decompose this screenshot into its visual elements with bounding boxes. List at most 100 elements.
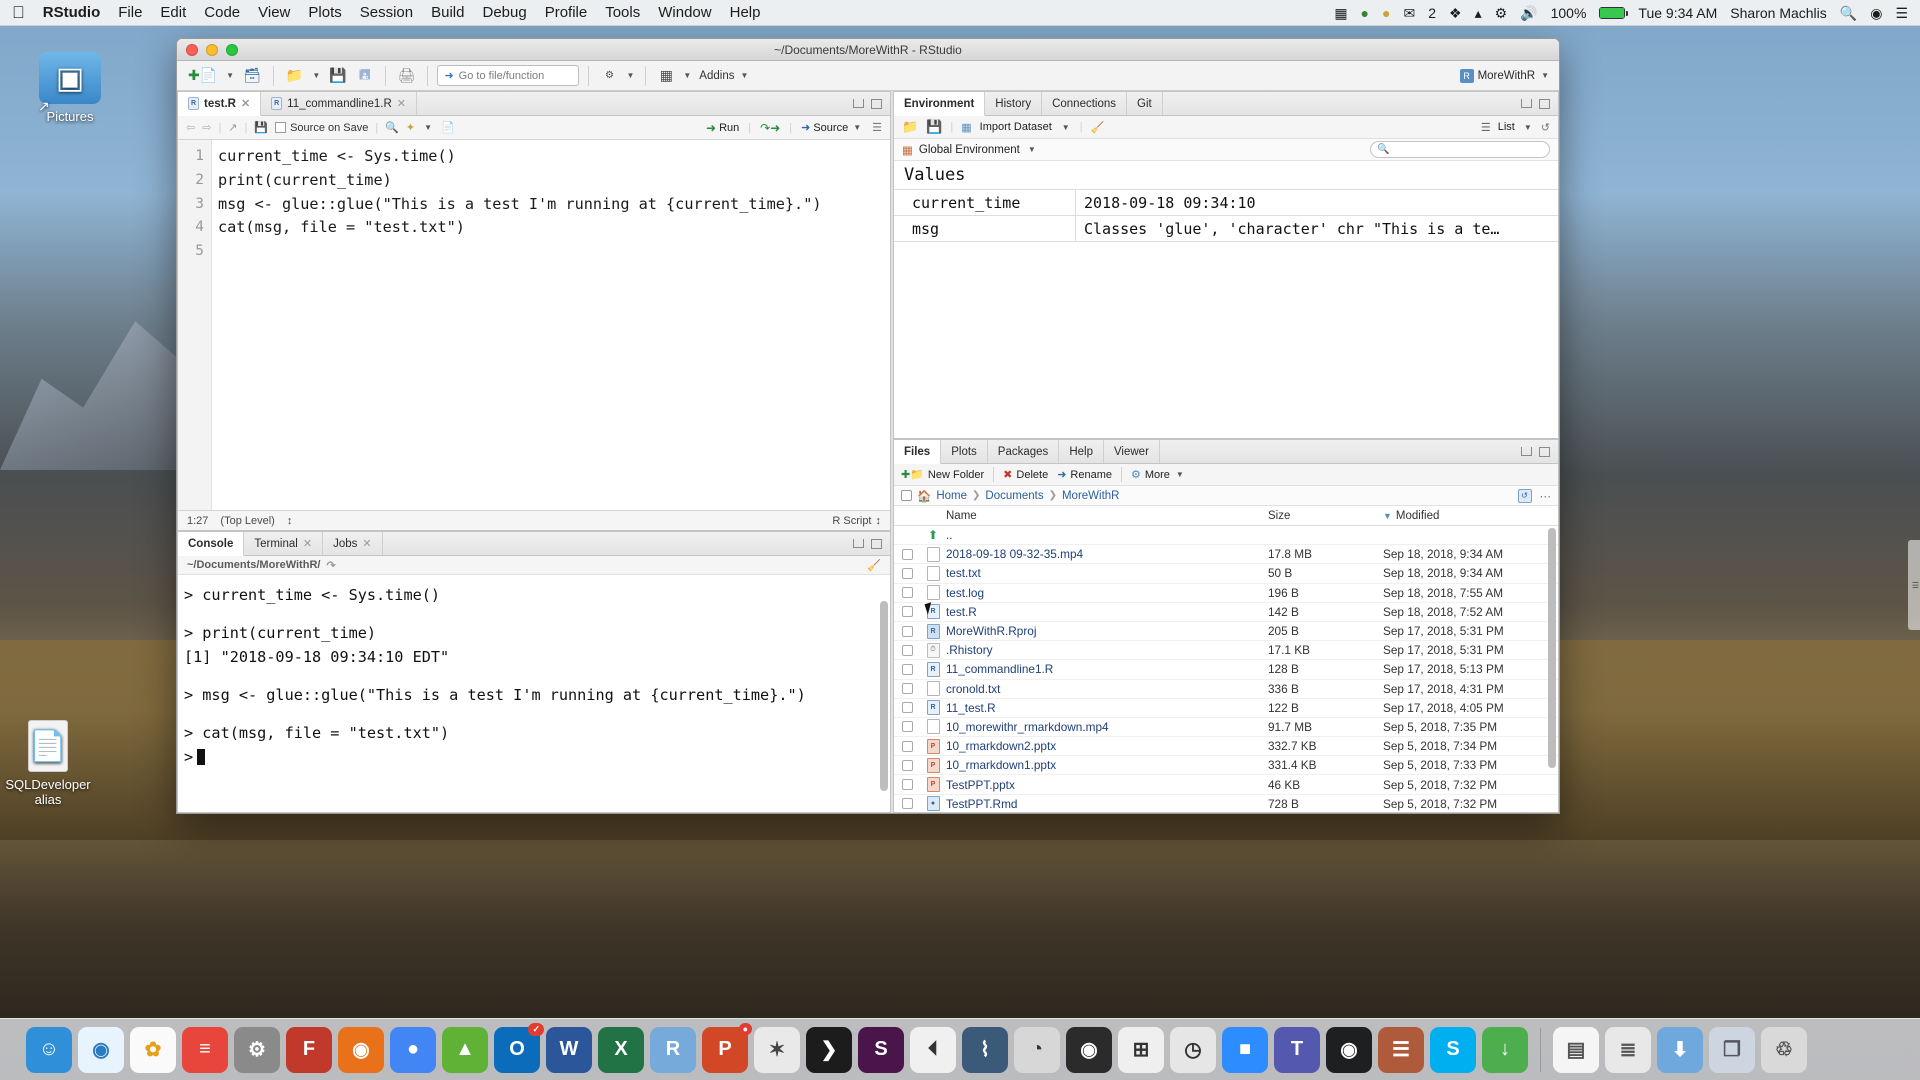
list-item[interactable]: 10_morewithr_rmarkdown.mp4 91.7 MB Sep 5… xyxy=(894,718,1558,738)
more-button[interactable]: ⚙ More ▼ xyxy=(1131,468,1186,482)
clock-label[interactable]: Tue 9:34 AM xyxy=(1638,6,1717,20)
menu-item-debug[interactable]: Debug xyxy=(482,4,526,21)
menu-app-name[interactable]: RStudio xyxy=(43,4,101,21)
list-item[interactable]: R 11_commandline1.R 128 B Sep 17, 2018, … xyxy=(894,660,1558,680)
dock-item-terminal[interactable]: ❯ xyxy=(806,1026,852,1073)
source-on-save-checkbox[interactable] xyxy=(275,122,287,133)
dock-item-skype[interactable]: S xyxy=(1430,1026,1476,1073)
files-scrollbar[interactable] xyxy=(1548,528,1556,768)
table-row[interactable]: current_time 2018-09-18 09:34:10 xyxy=(894,190,1558,216)
back-arrow-icon[interactable]: ⇦ xyxy=(186,121,195,134)
list-item[interactable]: cronold.txt 336 B Sep 17, 2018, 4:31 PM xyxy=(894,680,1558,699)
dock-item-chrome[interactable]: ● xyxy=(390,1026,436,1073)
dock-item-calculator[interactable]: ⊞ xyxy=(1118,1026,1164,1073)
open-directory-icon[interactable]: ↷ xyxy=(326,559,335,572)
dock-item-document-stack[interactable]: ▤ xyxy=(1553,1026,1599,1073)
print-icon[interactable]: 🖨 xyxy=(395,65,419,87)
more-chevron-down-icon[interactable]: ▼ xyxy=(1174,470,1186,479)
file-name[interactable]: 10_rmarkdown2.pptx xyxy=(946,739,1268,753)
popout-icon[interactable]: ↗ xyxy=(228,121,237,134)
source-button[interactable]: ➜ Source ▼ xyxy=(801,121,863,135)
file-name[interactable]: TestPPT.Rmd xyxy=(946,797,1268,811)
up-folder-icon[interactable]: ⬆ xyxy=(920,528,946,542)
row-checkbox[interactable] xyxy=(901,798,913,810)
tab-environment[interactable]: Environment xyxy=(894,92,986,116)
tab-history[interactable]: History xyxy=(985,92,1043,115)
apple-menu-icon[interactable]:  xyxy=(12,4,25,21)
dock-item-timer[interactable]: ◷ xyxy=(1170,1026,1216,1073)
mail-icon[interactable]: ✉ xyxy=(1403,6,1415,20)
file-name[interactable]: MoreWithR.Rproj xyxy=(946,624,1268,638)
minimize-button[interactable] xyxy=(206,43,218,56)
wifi-icon[interactable]: ▴ xyxy=(1475,6,1482,20)
save-icon[interactable]: 💾 xyxy=(326,65,349,87)
maximize-pane-icon[interactable] xyxy=(1539,446,1550,457)
open-file-chevron-down-icon[interactable]: ▼ xyxy=(310,71,322,80)
row-checkbox[interactable] xyxy=(901,740,913,752)
file-name[interactable]: .Rhistory xyxy=(946,643,1268,657)
scope-chevron-down-icon[interactable]: ▼ xyxy=(1026,145,1038,154)
git-icon[interactable]: ⚙ xyxy=(598,65,620,87)
list-item[interactable]: P 10_rmarkdown2.pptx 332.7 KB Sep 5, 201… xyxy=(894,737,1558,757)
project-chevron-down-icon[interactable]: ▼ xyxy=(1539,71,1551,80)
new-project-icon[interactable]: 🗃 xyxy=(240,65,264,87)
dock-item-downloads-stack[interactable]: ↓ xyxy=(1482,1026,1528,1073)
dock-item-downloads-folder[interactable]: ⬇ xyxy=(1657,1026,1703,1073)
save-all-icon[interactable]: 🖪 xyxy=(354,65,376,87)
tab-git[interactable]: Git xyxy=(1127,92,1163,115)
tab-terminal[interactable]: Terminal ✕ xyxy=(244,532,324,555)
compile-report-icon[interactable]: 📄 xyxy=(441,121,455,134)
menu-item-profile[interactable]: Profile xyxy=(545,4,588,21)
dock-item-safari[interactable]: ◉ xyxy=(78,1026,124,1073)
list-item[interactable]: test.log 196 B Sep 18, 2018, 7:55 AM xyxy=(894,584,1558,603)
goto-file-function-input[interactable]: ➜ Go to file/function xyxy=(437,65,580,86)
dock-item-slack[interactable]: S xyxy=(858,1026,904,1073)
list-item[interactable]: R test.R 142 B Sep 18, 2018, 7:52 AM xyxy=(894,601,1558,622)
dock-item-speedtest[interactable]: ◔ xyxy=(1014,1026,1060,1073)
menu-item-build[interactable]: Build xyxy=(431,4,464,21)
open-folder-icon[interactable]: 📁 xyxy=(902,119,918,135)
save-icon[interactable]: 💾 xyxy=(926,119,942,135)
file-name[interactable]: test.R xyxy=(946,605,1268,619)
file-name[interactable]: 10_morewithr_rmarkdown.mp4 xyxy=(946,720,1268,734)
git-chevron-down-icon[interactable]: ▼ xyxy=(624,71,636,80)
run-button[interactable]: ➜ Run xyxy=(706,121,739,135)
menu-item-session[interactable]: Session xyxy=(360,4,413,21)
tab-plots[interactable]: Plots xyxy=(941,440,988,463)
maximize-pane-icon[interactable] xyxy=(871,538,882,549)
chart-icon[interactable]: ▦ xyxy=(1334,6,1347,20)
list-item[interactable]: 2018-09-18 09-32-35.mp4 17.8 MB Sep 18, … xyxy=(894,545,1558,565)
file-type-selector[interactable]: R Script xyxy=(832,515,871,527)
dock-item-dark-utility[interactable]: ◉ xyxy=(1066,1026,1112,1073)
project-name-label[interactable]: MoreWithR xyxy=(1478,70,1536,82)
dock-item-finder[interactable]: ☺ xyxy=(26,1026,72,1073)
file-name[interactable]: TestPPT.pptx xyxy=(946,778,1268,792)
row-checkbox[interactable] xyxy=(901,548,913,560)
file-name[interactable]: test.log xyxy=(946,586,1268,600)
row-checkbox[interactable] xyxy=(901,587,913,599)
breadcrumb-home[interactable]: Home xyxy=(936,490,967,502)
close-icon[interactable]: ✕ xyxy=(397,97,406,110)
editor-text-area[interactable]: current_time <- Sys.time() print(current… xyxy=(212,140,890,510)
control-center-icon[interactable]: ◉ xyxy=(1870,6,1882,20)
tab-test-r[interactable]: R test.R ✕ xyxy=(178,92,262,116)
find-icon[interactable]: 🔍 xyxy=(385,121,399,134)
row-checkbox[interactable] xyxy=(901,702,913,714)
clear-console-icon[interactable]: 🧹 xyxy=(867,559,881,572)
dock-item-trash[interactable]: ♲ xyxy=(1761,1026,1807,1073)
dock-item-audio-editor[interactable]: ⌇ xyxy=(962,1026,1008,1073)
dock-item-ms-teams[interactable]: T xyxy=(1274,1026,1320,1073)
notification-icon[interactable]: ☰ xyxy=(1895,6,1908,20)
file-name[interactable]: 2018-09-18 09-32-35.mp4 xyxy=(946,547,1268,561)
row-checkbox[interactable] xyxy=(901,683,913,695)
search-icon[interactable]: 🔍 xyxy=(1840,6,1857,20)
window-titlebar[interactable]: ~/Documents/MoreWithR - RStudio xyxy=(177,39,1559,61)
minimize-pane-icon[interactable] xyxy=(853,99,864,108)
maximize-pane-icon[interactable] xyxy=(871,98,882,109)
dock-item-photos[interactable]: ✿ xyxy=(130,1026,176,1073)
file-name[interactable]: 10_rmarkdown1.pptx xyxy=(946,758,1268,772)
pin-icon[interactable]: ● xyxy=(1361,6,1369,20)
code-tools-chevron-down-icon[interactable]: ▼ xyxy=(422,123,434,132)
minimize-pane-icon[interactable] xyxy=(853,539,864,548)
row-checkbox[interactable] xyxy=(901,779,913,791)
